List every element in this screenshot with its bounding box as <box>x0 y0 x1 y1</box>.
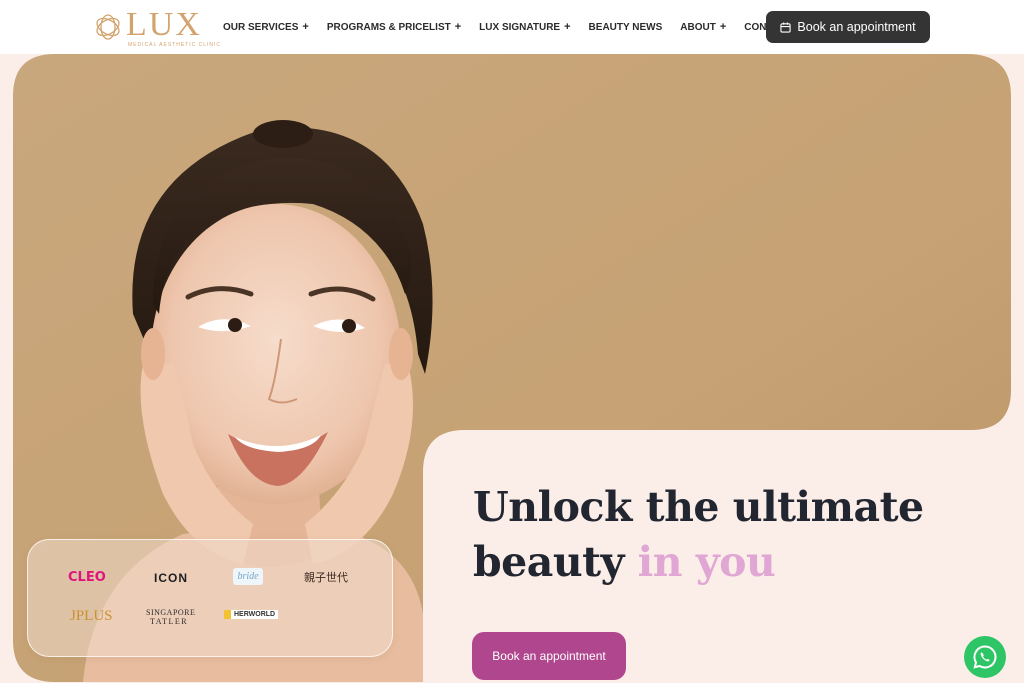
nav-programs-pricelist[interactable]: PROGRAMS & PRICELIST + <box>327 21 461 33</box>
press-logo-singapore: SINGAPORE <box>146 608 196 617</box>
plus-icon: + <box>302 21 309 33</box>
press-logo-tatler: TATLER <box>150 617 189 626</box>
plus-icon: + <box>564 21 571 33</box>
cta-label: Book an appointment <box>492 649 606 663</box>
nav-lux-signature[interactable]: LUX SIGNATURE + <box>479 21 570 33</box>
header-book-appointment-button[interactable]: Book an appointment <box>766 11 930 43</box>
press-logos-card: CLEO ICON bride 親子世代 JPLUS SINGAPORE TAT… <box>27 539 393 657</box>
nav-label: OUR SERVICES <box>223 21 299 33</box>
headline-plain: beauty <box>473 538 624 586</box>
nav-label: PROGRAMS & PRICELIST <box>326 21 451 33</box>
press-logo-bride: bride <box>233 568 263 585</box>
whatsapp-icon <box>973 645 997 669</box>
press-logo-chinese: 親子世代 <box>304 572 348 584</box>
nav-label: BEAUTY NEWS <box>588 21 663 33</box>
nav-our-services[interactable]: OUR SERVICES + <box>223 21 309 33</box>
site-header: LUX MEDICAL AESTHETIC CLINIC OUR SERVICE… <box>0 0 1024 54</box>
main-nav: OUR SERVICES + PROGRAMS & PRICELIST + LU… <box>223 21 810 33</box>
logo-text: LUX <box>126 6 202 43</box>
plus-icon: + <box>719 21 727 33</box>
whatsapp-chat-button[interactable] <box>964 636 1006 678</box>
header-book-label: Book an appointment <box>797 20 916 34</box>
lux-logo[interactable]: LUX MEDICAL AESTHETIC CLINIC <box>92 6 220 50</box>
press-logo-cleo: CLEO <box>68 570 106 585</box>
calendar-icon <box>780 21 792 33</box>
press-logo-icon: ICON <box>154 571 188 585</box>
press-logo-jplus: JPLUS <box>70 608 113 624</box>
headline-line-1: Unlock the ultimate <box>473 483 924 531</box>
headline-line-2: beauty in you <box>473 535 924 590</box>
nav-label: LUX SIGNATURE <box>479 21 561 33</box>
hero-book-appointment-button[interactable]: Book an appointment <box>472 632 626 680</box>
hero-headline: Unlock the ultimate beauty in you <box>473 480 924 590</box>
nav-about[interactable]: ABOUT + <box>680 21 726 33</box>
nav-label: ABOUT <box>680 21 716 33</box>
logo-tagline: MEDICAL AESTHETIC CLINIC <box>128 42 221 48</box>
nav-beauty-news[interactable]: BEAUTY NEWS <box>589 21 663 33</box>
headline-accent: in you <box>637 538 776 586</box>
lotus-icon <box>96 14 120 40</box>
press-logo-herworld: HERWORLD <box>224 610 279 619</box>
plus-icon: + <box>454 21 462 33</box>
